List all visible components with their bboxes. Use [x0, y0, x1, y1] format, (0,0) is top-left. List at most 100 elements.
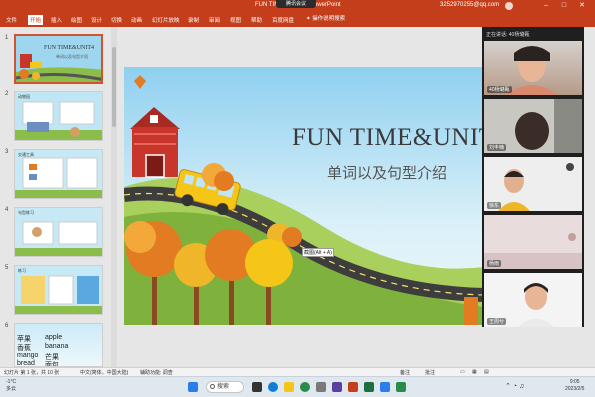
participant-tile[interactable]: 王周兮 [484, 273, 582, 327]
chrome-icon[interactable] [300, 382, 310, 392]
start-icon[interactable] [188, 382, 198, 392]
thumb-6-word: 面包 [45, 362, 59, 367]
slide-illustration [124, 75, 484, 325]
system-clock[interactable]: 9:05 2023/2/5 [565, 379, 584, 393]
thumb-number: 3 [5, 149, 9, 155]
clock-time: 9:05 [569, 379, 580, 385]
thumb-2-title: 动物园 [18, 94, 30, 99]
tab-insert[interactable]: 插入 [51, 16, 62, 24]
ribbon: 文件 开始 插入 绘图 设计 切换 动画 幻灯片放映 录制 审阅 视图 帮助 百… [0, 12, 595, 27]
app-icon[interactable] [316, 382, 326, 392]
file-explorer-icon[interactable] [284, 382, 294, 392]
thumb-number: 4 [5, 207, 9, 213]
clock-date: 2023/2/5 [565, 386, 585, 392]
thumbnail-scrollbar[interactable] [111, 27, 117, 367]
video-panel-edge [584, 27, 595, 367]
slide-thumbnail-4[interactable]: 句型练习 [14, 207, 103, 257]
participant-name: 杨雨 [487, 260, 502, 267]
thumb-6-word: banana [45, 343, 69, 350]
participant-tile[interactable]: 徐东 [484, 157, 582, 211]
weather-desc: 多云 [6, 386, 17, 392]
bulb-icon: ✦ [306, 16, 311, 22]
tab-design[interactable]: 设计 [91, 16, 102, 24]
tell-me-label: 操作说明搜索 [312, 16, 346, 22]
thumb-4-title: 句型练习 [18, 210, 34, 215]
slide-title[interactable]: FUN TIME&UNIT4 [292, 124, 484, 152]
thumb-5-art [15, 266, 102, 314]
slide-canvas[interactable]: FUN TIME&UNIT4 单词以及句型介绍 截图(Alt + A) [124, 67, 484, 325]
thumb-5-title: 练习 [18, 268, 26, 273]
scrollbar-thumb[interactable] [112, 47, 116, 127]
powerpoint-icon[interactable] [348, 382, 358, 392]
notes-button[interactable]: 备注 [400, 369, 410, 376]
thumb-6-word: mango [17, 352, 39, 359]
slide-thumbnail-3[interactable]: 交通工具 [14, 149, 103, 199]
edge-icon[interactable] [268, 382, 278, 392]
weather-temp: -1°C [6, 379, 17, 385]
thumbnail-pane[interactable]: 1 FUN TIME&UNIT4 单词以及句型介绍 2 动物园 3 交通工具 4… [0, 27, 110, 367]
slide-thumbnail-2[interactable]: 动物园 [14, 91, 103, 141]
slide-thumbnail-5[interactable]: 练习 [14, 265, 103, 315]
participant-name: 刘丰楠 [487, 144, 507, 151]
app-icon[interactable] [332, 382, 342, 392]
tab-record[interactable]: 录制 [188, 16, 199, 24]
slide-thumbnail-1[interactable]: FUN TIME&UNIT4 单词以及句型介绍 [14, 34, 103, 84]
slide-subtitle[interactable]: 单词以及句型介绍 [327, 162, 447, 183]
tab-transitions[interactable]: 切换 [111, 16, 122, 24]
thumb-6-word: bread [17, 360, 35, 367]
thumb-number: 1 [5, 35, 9, 41]
taskbar: -1°C 多云 搜索 ⌃ ◔ ♫ 9:05 2023/2/5 [0, 376, 595, 397]
participant-name: 徐东 [487, 202, 502, 209]
task-view-icon[interactable] [252, 382, 262, 392]
normal-view-icon[interactable]: ▭ [460, 369, 465, 375]
tab-view[interactable]: 视图 [230, 16, 241, 24]
sorter-view-icon[interactable]: ▦ [472, 369, 477, 375]
close-icon[interactable]: ✕ [576, 1, 588, 11]
participant-tile[interactable]: 40杨璐甄 [484, 41, 582, 95]
tab-slideshow[interactable]: 幻灯片放映 [152, 16, 180, 24]
workspace: 1 FUN TIME&UNIT4 单词以及句型介绍 2 动物园 3 交通工具 4… [0, 27, 484, 367]
tab-draw[interactable]: 绘图 [71, 16, 82, 24]
meeting-indicator[interactable]: 腾讯会议 [276, 0, 316, 8]
avatar[interactable] [505, 2, 513, 10]
thumb-3-title: 交通工具 [18, 152, 34, 157]
tell-me-search[interactable]: ✦ 操作说明搜索 [306, 15, 366, 24]
slide-thumbnail-6[interactable]: 苹果 apple 香蕉 banana mango 芒果 bread 面包 [14, 323, 103, 367]
thumb-1-title: FUN TIME&UNIT4 [44, 45, 95, 51]
participant-name: 王周兮 [487, 318, 507, 325]
taskbar-search-label: 搜索 [217, 384, 230, 390]
meeting-label: 腾讯会议 [285, 1, 306, 7]
participant-tile[interactable]: 杨雨 [484, 215, 582, 269]
participant-tile[interactable]: 刘丰楠 [484, 99, 582, 153]
thumb-1-subtitle: 单词以及句型介绍 [56, 54, 88, 59]
thumb-number: 5 [5, 265, 9, 271]
tray-icons[interactable]: ⌃ ◔ ♫ [505, 382, 524, 390]
search-icon [210, 384, 215, 389]
tab-home[interactable]: 开始 [28, 15, 44, 25]
wechat-icon[interactable] [396, 382, 406, 392]
meeting-app-icon[interactable] [380, 382, 390, 392]
thumb-1-art [16, 36, 101, 82]
tab-help[interactable]: 帮助 [251, 16, 262, 24]
tab-file[interactable]: 文件 [6, 16, 17, 24]
status-bar: 幻灯片 第 1 张，共 10 张 中文(简体，中国大陆) 辅助功能: 调查 备注… [0, 367, 595, 376]
user-account[interactable]: 3252970255@qq.com [440, 2, 499, 8]
excel-icon[interactable] [364, 382, 374, 392]
thumb-number: 6 [5, 323, 9, 329]
language-status[interactable]: 中文(简体，中国大陆) [80, 369, 128, 376]
video-panel: 正在讲话: 40杨璐甄 40杨璐甄 刘丰楠 徐东 杨雨 王周兮 [482, 27, 584, 327]
reading-view-icon[interactable]: ▤ [484, 369, 489, 375]
weather-widget[interactable]: -1°C 多云 [6, 379, 16, 393]
taskbar-search[interactable]: 搜索 [206, 381, 244, 393]
tab-baidu-netdisk[interactable]: 百度网盘 [272, 16, 294, 24]
thumb-6-word: apple [45, 334, 63, 341]
participant-name: 40杨璐甄 [487, 86, 512, 93]
slide-count: 幻灯片 第 1 张，共 10 张 [4, 370, 60, 376]
tab-animations[interactable]: 动画 [131, 16, 142, 24]
maximize-icon[interactable]: □ [558, 1, 570, 11]
tab-review[interactable]: 审阅 [209, 16, 220, 24]
speaking-indicator: 正在讲话: 40杨璐甄 [486, 32, 530, 38]
comments-button[interactable]: 批注 [425, 369, 435, 376]
minimize-icon[interactable]: – [540, 1, 552, 11]
accessibility-status[interactable]: 辅助功能: 调查 [140, 369, 173, 376]
